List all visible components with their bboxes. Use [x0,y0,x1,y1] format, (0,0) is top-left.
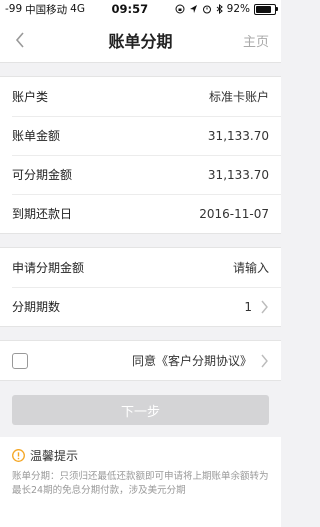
back-button[interactable] [0,18,40,62]
status-bar: -99 中国移动 4G 09:57 92% [0,0,281,18]
home-link[interactable]: 主页 [243,31,281,50]
status-right: 92% [175,3,278,15]
agreement-section: 同意《客户分期协议》 [0,340,281,381]
status-left: -99 中国移动 4G [5,2,85,17]
info-label: 可分期金额 [12,168,73,182]
info-value: 31,133.70 [207,167,269,182]
periods-label: 分期期数 [12,300,61,314]
account-info-section: 账户类 标准卡账户 账单金额 31,133.70 可分期金额 31,133.70… [0,76,281,234]
chevron-right-icon [261,300,268,313]
info-label: 账单金额 [12,129,61,143]
page-title: 账单分期 [108,32,173,51]
tips-header: 温馨提示 [12,447,269,464]
battery-percent: 92% [226,3,250,15]
chevron-left-icon [15,32,24,48]
nav-bar: 账单分期 主页 [0,18,281,63]
info-label: 到期还款日 [12,207,73,221]
info-value: 31,133.70 [207,128,269,143]
tips-body: 账单分期：只须归还最低还款额即可申请将上期账单余额转为最长24期的免息分期付款，… [12,471,269,496]
agreement-link[interactable]: 同意《客户分期协议》 [28,352,260,369]
periods-row[interactable]: 分期期数 1 [0,287,281,326]
periods-value-wrap[interactable]: 1 [244,300,269,314]
alarm-icon [202,5,211,14]
agreement-checkbox[interactable] [12,352,28,369]
apply-amount-input[interactable]: 请输入 [233,259,269,276]
periods-value: 1 [244,299,252,314]
info-value: 2016-11-07 [199,206,269,221]
battery-icon [254,3,278,15]
location-icon [189,5,197,13]
signal-strength: -99 [5,3,23,15]
info-row-account-type: 账户类 标准卡账户 [0,77,281,116]
apply-amount-row[interactable]: 申请分期金额 请输入 [0,248,281,287]
next-step-button[interactable]: 下一步 [12,395,269,425]
carrier-name: 中国移动 [25,3,68,16]
agreement-row[interactable]: 同意《客户分期协议》 [0,341,281,380]
warning-icon [12,449,25,462]
bluetooth-icon [216,4,223,14]
status-time: 09:57 [111,2,149,16]
apply-section: 申请分期金额 请输入 分期期数 1 [0,247,281,327]
rotation-lock-icon [175,4,185,14]
info-label: 账户类 [12,90,49,104]
apply-amount-label: 申请分期金额 [12,261,85,275]
info-row-due-date: 到期还款日 2016-11-07 [0,194,281,233]
network-type: 4G [70,3,85,15]
info-row-installment-amount: 可分期金额 31,133.70 [0,155,281,194]
battery-fill [256,5,271,13]
button-wrap: 下一步 [0,381,281,425]
info-value: 标准卡账户 [208,90,269,104]
tips-title: 温馨提示 [30,449,79,463]
tips-panel: 温馨提示 账单分期：只须归还最低还款额即可申请将上期账单余额转为最长24期的免息… [0,437,281,527]
info-row-bill-amount: 账单金额 31,133.70 [0,116,281,155]
chevron-right-icon [261,354,268,367]
